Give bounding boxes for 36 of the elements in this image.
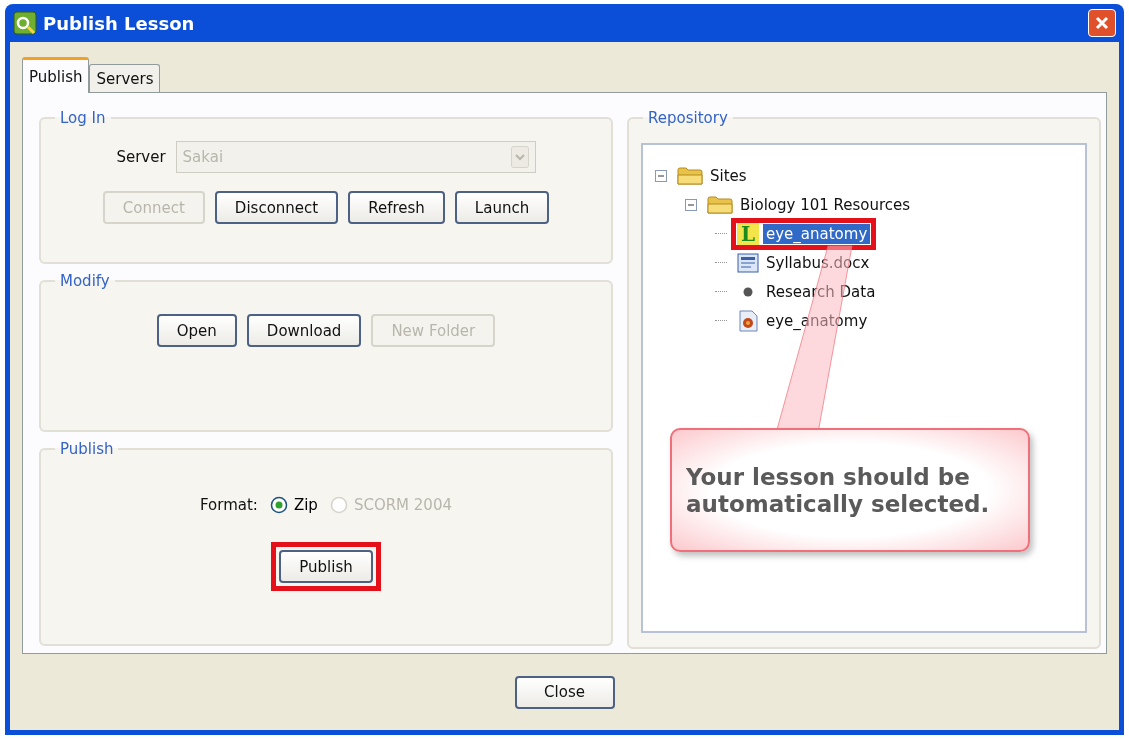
lesson-icon: L [737,222,759,245]
document-icon [737,252,759,273]
callout-text: Your lesson should be automatically selected. [670,428,1030,552]
group-title: Repository [647,109,729,127]
tab[interactable]: Servers [89,64,161,92]
collapse-icon[interactable] [655,169,667,182]
action-button[interactable]: Launch [454,191,550,224]
radio-label: Zip [293,496,318,514]
window-title: Publish Lesson [43,12,196,34]
group-title: Modify [59,272,111,290]
tab[interactable]: Publish [22,57,90,93]
group-title: Publish [59,440,115,458]
folder-icon [677,165,703,186]
action-button[interactable]: Disconnect [214,191,339,224]
tree-item[interactable]: Research Data [763,281,879,302]
field-label: Server [116,148,166,166]
radio-button[interactable] [269,496,288,514]
radio-label: SCORM 2004 [353,496,452,514]
close-icon [1094,15,1110,31]
action-button[interactable]: Open [156,314,237,347]
action-button[interactable]: Refresh [348,191,445,224]
tree-item[interactable]: Syllabus.docx [763,252,873,273]
app-icon [13,11,37,35]
tree-item[interactable]: eye_anatomy [763,223,871,244]
action-button[interactable]: Download [246,314,362,347]
tree-item[interactable]: Sites [707,165,750,186]
close-button[interactable] [1088,9,1116,37]
folder-icon [707,194,733,215]
field-label: Format: [200,496,258,514]
group-title: Log In [59,109,107,127]
publish-button[interactable]: Publish [279,550,373,583]
media-file-icon [737,309,759,332]
tree-item[interactable]: eye_anatomy [763,310,871,331]
close-dialog-button[interactable]: Close [514,675,615,709]
tree-item[interactable]: Biology 101 Resources [737,194,914,215]
collapse-icon[interactable] [685,198,697,211]
